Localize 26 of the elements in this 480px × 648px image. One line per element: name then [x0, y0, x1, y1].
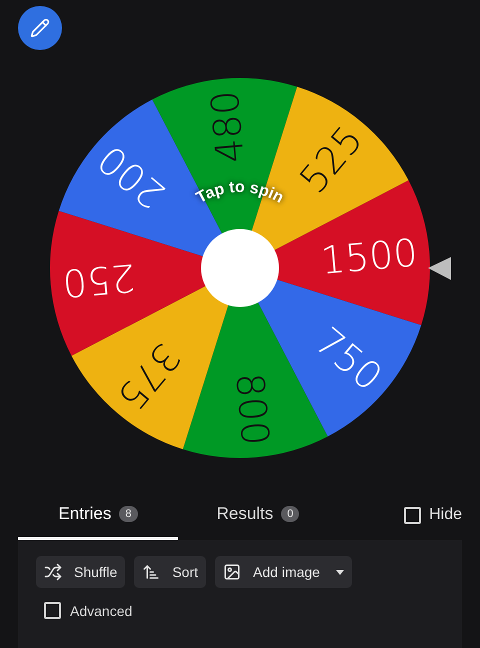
count-badge: 0 [281, 506, 300, 522]
tab[interactable]: Results 0 [178, 490, 338, 540]
toolbar-button[interactable]: Add image [215, 556, 352, 588]
advanced-checkbox[interactable] [44, 602, 61, 619]
slice-label: 200 [90, 136, 174, 218]
caret-icon [336, 570, 344, 574]
wheel-hub[interactable] [201, 229, 279, 307]
slice-label: 750 [306, 318, 390, 400]
slice-label: 1500 [319, 230, 420, 283]
tab-label: Entries [58, 504, 112, 524]
slice-label: 250 [60, 255, 137, 306]
edit-button[interactable] [18, 6, 62, 50]
hide-checkbox[interactable] [404, 506, 422, 524]
slice-label: 480 [202, 88, 253, 165]
tab-label: Results [216, 504, 274, 524]
image-icon [223, 563, 242, 581]
checkbox-label: Advanced [70, 602, 132, 618]
checkbox-label: Hide [429, 506, 462, 524]
pencil-icon [30, 18, 50, 38]
count-badge: 8 [119, 506, 138, 522]
slice-label: 800 [227, 371, 278, 448]
shuffle-icon [44, 563, 62, 581]
toolbar-button[interactable]: Shuffle [36, 556, 126, 588]
toolbar-button[interactable]: Sort [134, 556, 206, 588]
sort-icon [142, 563, 160, 581]
pointer-icon [428, 257, 451, 280]
